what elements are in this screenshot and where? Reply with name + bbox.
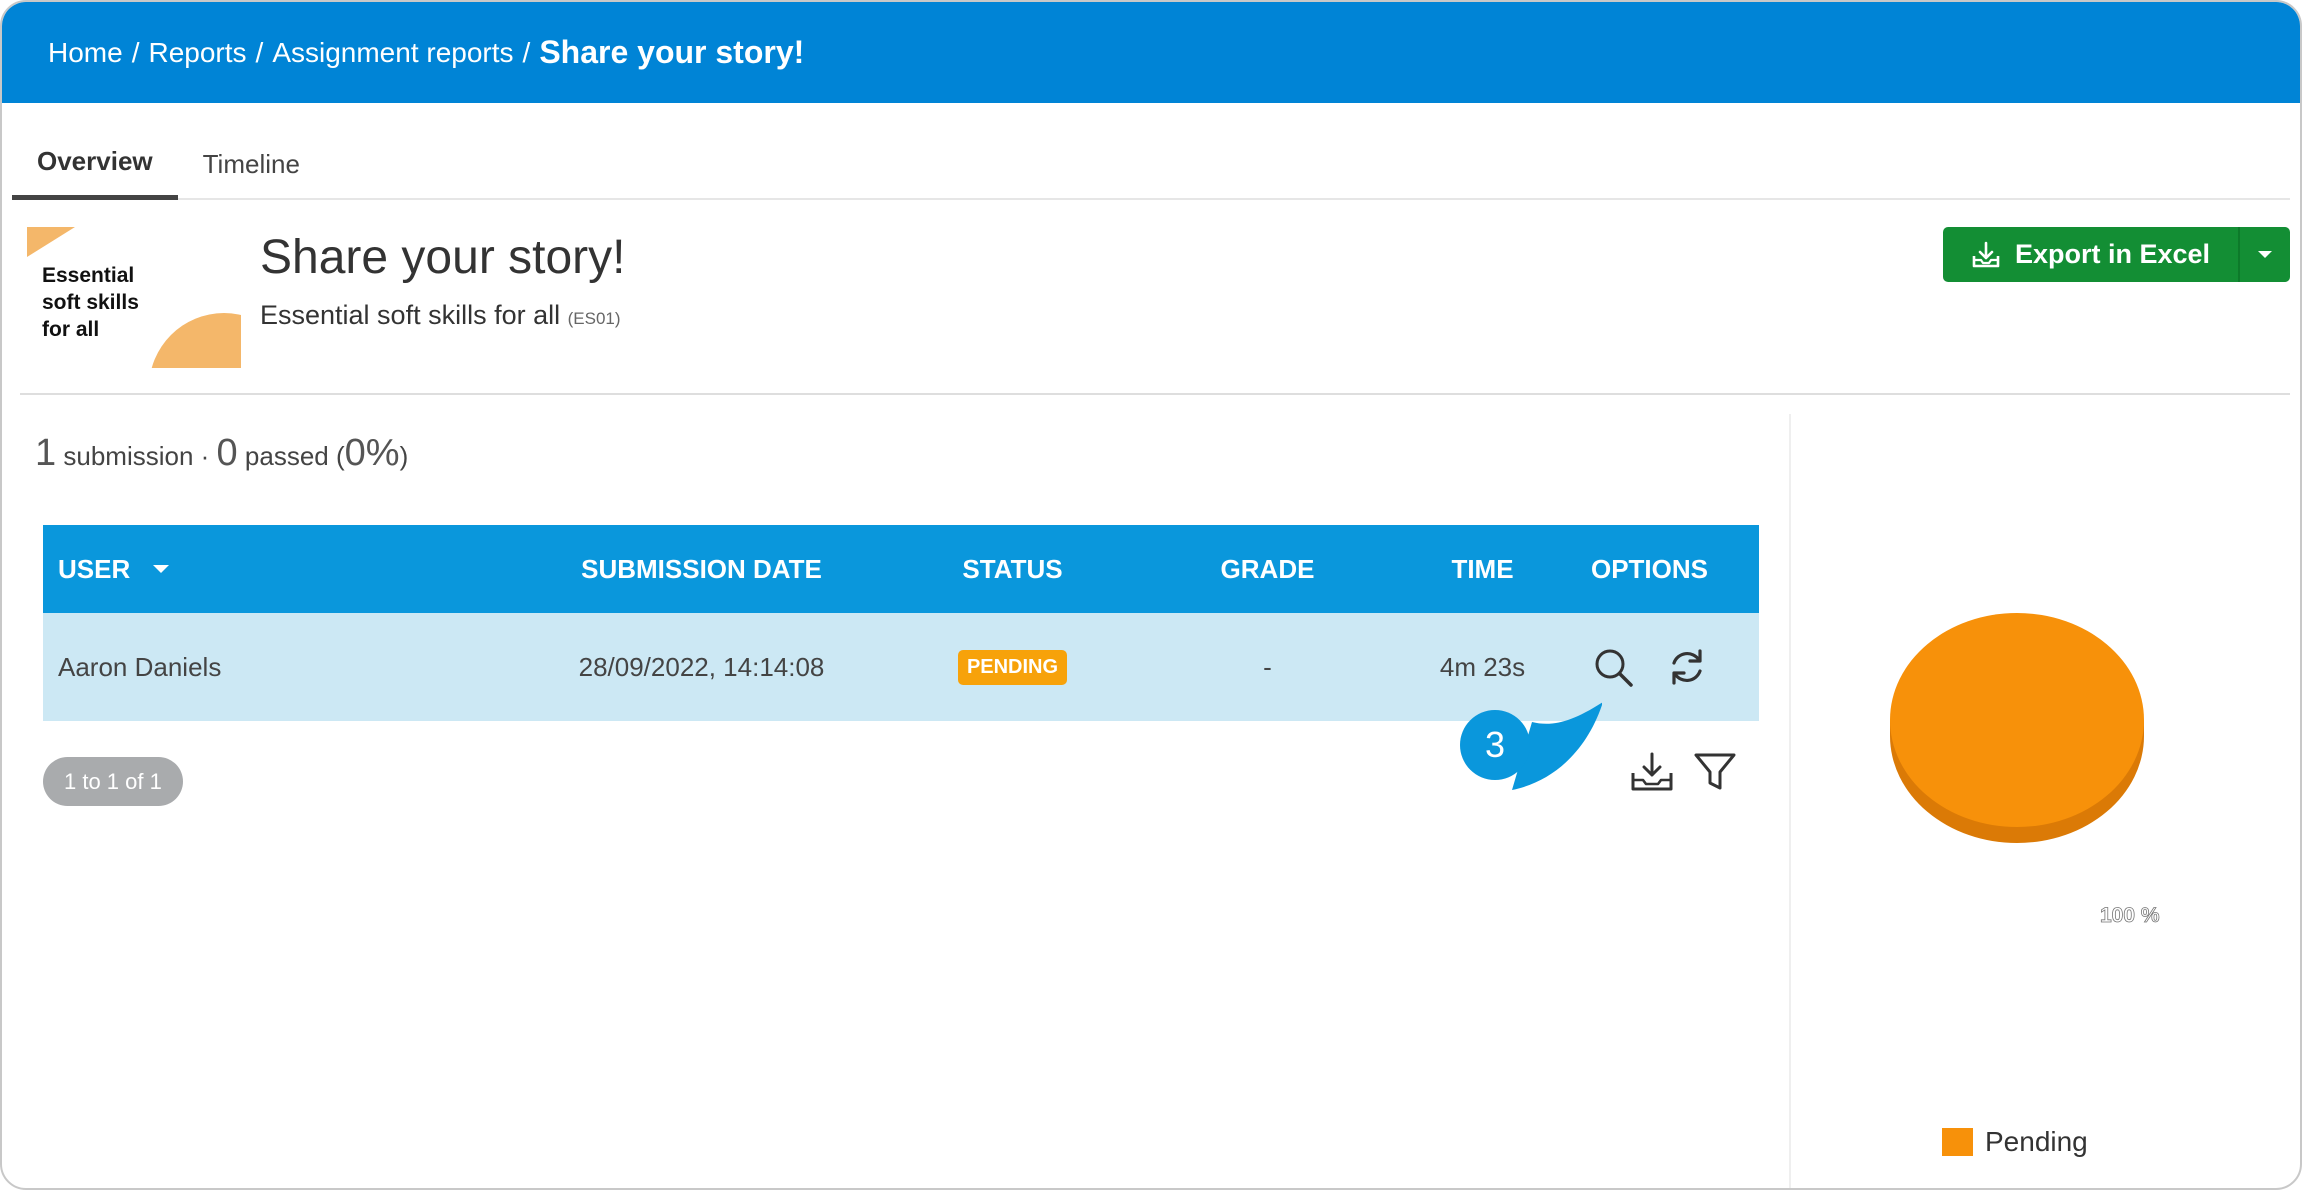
- export-options-dropdown[interactable]: [2238, 227, 2290, 282]
- column-time[interactable]: TIME: [1425, 554, 1540, 585]
- column-options: OPTIONS: [1590, 553, 1708, 584]
- breadcrumb-reports[interactable]: Reports: [148, 37, 246, 69]
- cell-grade: -: [1263, 651, 1272, 682]
- breadcrumb-assignment-reports[interactable]: Assignment reports: [272, 37, 513, 69]
- app-window: Home / Reports / Assignment reports / Sh…: [0, 0, 2302, 1190]
- download-tray-icon: [1972, 241, 2000, 267]
- breadcrumb-bar: Home / Reports / Assignment reports / Sh…: [2, 2, 2300, 103]
- page-title: Share your story!: [260, 231, 626, 284]
- submissions-table: USER SUBMISSION DATE STATUS GRADE TIME O…: [43, 525, 1759, 721]
- column-user[interactable]: USER: [43, 554, 488, 585]
- cell-options: [1540, 646, 1759, 688]
- chart-legend: Pending: [1942, 1126, 2088, 1158]
- pagination-info: 1 to 1 of 1: [43, 757, 183, 806]
- download-icon[interactable]: [1629, 751, 1675, 793]
- filter-icon[interactable]: [1693, 751, 1737, 793]
- course-code: (ES01): [567, 309, 621, 328]
- status-pie-chart: 100 %: [1890, 613, 2160, 927]
- column-grade[interactable]: GRADE: [1110, 554, 1425, 585]
- table-tools: [1629, 751, 1737, 793]
- cell-time: 4m 23s: [1439, 651, 1526, 682]
- submission-label: submission ·: [63, 441, 210, 471]
- passed-label: passed (: [244, 441, 345, 471]
- export-excel-button-group: Export in Excel: [1943, 227, 2290, 282]
- breadcrumb-separator: /: [255, 36, 264, 68]
- pie-data-label: 100 %: [2100, 904, 2160, 927]
- export-excel-label: Export in Excel: [2014, 239, 2211, 269]
- export-excel-button[interactable]: Export in Excel: [1943, 227, 2238, 282]
- breadcrumb-separator: /: [522, 36, 531, 68]
- sort-caret-down-icon: [153, 565, 170, 573]
- breadcrumb-current: Share your story!: [539, 34, 805, 70]
- submission-count: 1: [35, 432, 57, 474]
- caret-down-icon: [2258, 250, 2272, 258]
- column-status[interactable]: STATUS: [915, 554, 1110, 585]
- column-user-label: USER: [58, 553, 131, 584]
- cell-user: Aaron Daniels: [58, 651, 222, 682]
- course-name: Essential soft skills for all: [260, 300, 561, 330]
- breadcrumb-separator: /: [131, 36, 140, 68]
- cell-submission-date: 28/09/2022, 14:14:08: [578, 651, 825, 682]
- tab-timeline[interactable]: Timeline: [178, 128, 325, 200]
- step-callout: 3: [1460, 702, 1602, 790]
- course-subtitle: Essential soft skills for all (ES01): [260, 300, 621, 331]
- refresh-icon[interactable]: [1666, 646, 1708, 688]
- passed-close: ): [399, 441, 409, 471]
- passed-percent: 0%: [344, 432, 400, 474]
- callout-number: 3: [1485, 724, 1505, 765]
- breadcrumb-home[interactable]: Home: [48, 37, 123, 69]
- section-divider: [20, 393, 2290, 395]
- status-badge: PENDING: [957, 650, 1068, 685]
- thumbnail-decoration: [149, 313, 241, 368]
- table-header: USER SUBMISSION DATE STATUS GRADE TIME O…: [43, 525, 1759, 613]
- legend-swatch: [1942, 1128, 1973, 1156]
- chart-divider: [1789, 414, 1791, 1188]
- tab-overview[interactable]: Overview: [12, 128, 178, 200]
- column-submission-date[interactable]: SUBMISSION DATE: [488, 554, 915, 585]
- legend-label[interactable]: Pending: [1985, 1126, 2088, 1158]
- course-thumbnail: Essential soft skills for all: [27, 227, 241, 368]
- thumbnail-decoration: [27, 227, 75, 257]
- tab-bar: Overview Timeline: [12, 128, 2290, 200]
- passed-count: 0: [216, 432, 238, 474]
- submission-summary: 1 submission · 0 passed ( 0% ): [35, 432, 408, 475]
- cell-status: PENDING: [915, 649, 1110, 685]
- pie-slice-pending[interactable]: [1890, 613, 2144, 827]
- thumbnail-text: Essential soft skills for all: [42, 264, 139, 341]
- search-icon[interactable]: [1592, 646, 1634, 688]
